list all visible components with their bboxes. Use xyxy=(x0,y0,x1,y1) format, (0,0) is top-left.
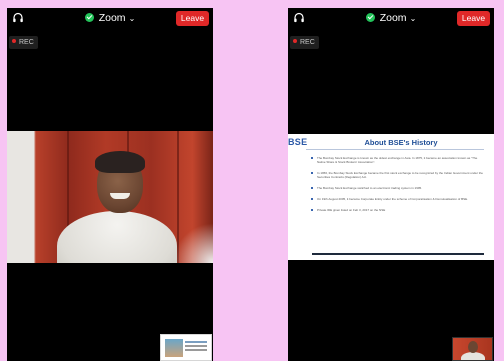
title-divider xyxy=(306,149,484,150)
leave-button[interactable]: Leave xyxy=(176,11,209,26)
participant-shirt xyxy=(57,211,177,263)
self-view-thumbnail[interactable] xyxy=(160,334,212,361)
slide-bullet: The Bombay Stock Exchange switched to an… xyxy=(311,186,484,190)
chevron-down-icon: ⌄ xyxy=(128,14,136,23)
thumbnail-body xyxy=(461,352,485,360)
slide-bullet-list: The Bombay Stock Exchange is known as th… xyxy=(311,156,484,219)
meeting-title-label: Zoom xyxy=(98,12,126,24)
participant-video[interactable] xyxy=(7,131,213,263)
slide-bullet: Private IDE given listed on Feb 3, 2017 … xyxy=(311,208,484,212)
slide-title: About BSE's History xyxy=(364,138,438,147)
light-glare xyxy=(173,223,213,263)
thumbnail-text-lines xyxy=(185,341,207,343)
thumbnail-image xyxy=(165,339,183,357)
bse-logo: BSE xyxy=(288,137,308,147)
slide-footer-bar xyxy=(312,253,484,255)
shield-check-icon xyxy=(84,13,94,22)
slide-bullet: In 1956, the Bombay Stock Exchange becam… xyxy=(311,171,484,179)
participant-thumbnail[interactable] xyxy=(452,337,493,361)
meeting-top-bar: Zoom ⌄ Leave xyxy=(7,8,213,30)
thumbnail-head xyxy=(468,341,478,353)
leave-button[interactable]: Leave xyxy=(457,11,490,26)
rec-label: REC xyxy=(19,39,34,46)
participant-hair xyxy=(95,151,145,173)
record-dot-icon xyxy=(12,39,16,43)
phone-screen-left: Zoom ⌄ Leave REC xyxy=(7,8,213,361)
meeting-top-bar: Zoom ⌄ Leave xyxy=(288,8,494,30)
meeting-title-label: Zoom xyxy=(379,12,407,24)
slide-bullet: The Bombay Stock Exchange is known as th… xyxy=(311,156,484,164)
chevron-down-icon: ⌄ xyxy=(409,14,417,23)
rec-label: REC xyxy=(300,39,315,46)
recording-indicator: REC xyxy=(290,36,319,49)
slide-bullet: On 19th August 2005, it became Corporate… xyxy=(311,197,484,201)
participant-person xyxy=(57,149,177,263)
participant-smile xyxy=(110,193,130,199)
shield-check-icon xyxy=(365,13,375,22)
phone-screen-right: Zoom ⌄ Leave REC BSE About BSE's History … xyxy=(288,8,494,361)
shared-screen-slide[interactable]: BSE About BSE's History The Bombay Stock… xyxy=(288,134,494,260)
recording-indicator: REC xyxy=(9,36,38,49)
record-dot-icon xyxy=(293,39,297,43)
